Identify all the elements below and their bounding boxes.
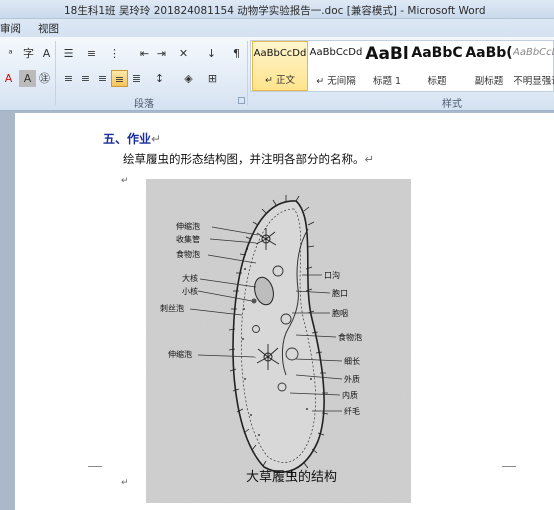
sort-icon[interactable]: ↓: [203, 45, 220, 62]
right-label: 胞咽: [332, 308, 348, 318]
right-label: 胞口: [332, 288, 348, 298]
style-preview: AaBbC: [411, 45, 463, 61]
paramecium-drawing[interactable]: 伸缩泡 收集管 食物泡 大核 小核 刺丝泡 伸缩泡 口沟 胞口 胞咽 食物泡 细…: [146, 179, 411, 503]
body-paragraph[interactable]: 绘草履虫的形态结构图，并注明各部分的名称。↵: [123, 151, 374, 167]
group-divider: [247, 41, 248, 105]
right-label: 纤毛: [344, 406, 360, 416]
paramecium-svg: 伸缩泡 收集管 食物泡 大核 小核 刺丝泡 伸缩泡 口沟 胞口 胞咽 食物泡 细…: [146, 179, 411, 503]
tab-view[interactable]: 视图: [38, 21, 59, 36]
return-mark: ↵: [121, 478, 129, 488]
paragraph-group-label: 段落: [134, 99, 154, 110]
paragraph-dialog-launcher-icon[interactable]: [238, 97, 245, 104]
line-spacing-icon[interactable]: ↕: [151, 70, 168, 87]
style-preview: AaBl: [365, 44, 409, 64]
margin-marker: [502, 466, 516, 467]
style-subtitle[interactable]: AaBb( 副标题: [461, 41, 517, 91]
left-label: 大核: [182, 273, 198, 283]
style-no-spacing[interactable]: AaBbCcDd ↵ 无间隔: [308, 41, 364, 91]
paragraph-mark: ↵: [151, 132, 162, 146]
right-label: 口沟: [324, 270, 340, 280]
justify-icon[interactable]: ≡: [111, 70, 128, 87]
micronucleus: [251, 298, 257, 304]
character-shading-icon[interactable]: A: [19, 70, 36, 87]
style-name: ↵ 无间隔: [316, 76, 356, 87]
styles-group-label: 样式: [442, 99, 462, 110]
style-preview: AaBb(: [465, 45, 513, 61]
style-preview: AaBbCcDd: [253, 48, 307, 59]
style-name: 标题: [427, 76, 447, 87]
group-divider: [55, 41, 56, 105]
ribbon-tabs: 审阅 视图: [0, 19, 554, 37]
left-label: 刺丝泡: [160, 303, 184, 313]
right-label: 外质: [344, 374, 360, 384]
character-border-icon[interactable]: A: [38, 45, 55, 62]
borders-icon[interactable]: ⊞: [204, 70, 221, 87]
right-label: 食物泡: [338, 332, 362, 342]
title-bar: 18生科1班 吴玲玲 201824081154 动物学实验报告一.doc [兼容…: [0, 0, 554, 19]
style-normal[interactable]: AaBbCcDd ↵ 正文: [252, 41, 308, 91]
left-label: 食物泡: [176, 249, 200, 259]
enclosed-char-icon[interactable]: ㊟: [36, 70, 53, 87]
tab-review[interactable]: 审阅: [0, 21, 21, 36]
distributed-icon[interactable]: ≣: [128, 70, 145, 87]
bullets-icon[interactable]: ☰: [60, 45, 77, 62]
shading-icon[interactable]: ◈: [180, 70, 197, 87]
styles-gallery: AaBbCcDd ↵ 正文 AaBbCcDd ↵ 无间隔 AaBl 标题 1 A…: [250, 40, 554, 92]
style-name: 标题 1: [372, 76, 402, 87]
style-name: 不明显强调: [513, 76, 554, 87]
window-title: 18生科1班 吴玲玲 201824081154 动物学实验报告一.doc [兼容…: [64, 5, 486, 17]
left-label: 伸缩泡: [168, 349, 192, 359]
section-heading[interactable]: 五、作业↵: [103, 130, 161, 147]
style-preview: AaBbCcDd: [309, 47, 363, 58]
align-left-icon[interactable]: ≡: [60, 70, 77, 87]
right-label: 内质: [342, 390, 358, 400]
chinese-layout-icon[interactable]: ✕: [175, 45, 192, 62]
left-label: 收集管: [176, 234, 200, 244]
style-heading-1[interactable]: AaBl 标题 1: [358, 41, 416, 91]
increase-indent-icon[interactable]: ⇥: [153, 45, 170, 62]
figure-caption: 大草履虫的结构: [246, 469, 337, 485]
align-right-icon[interactable]: ≡: [94, 70, 111, 87]
style-name: 副标题: [474, 76, 504, 87]
style-preview: AaBbCcDd: [513, 47, 554, 58]
multilevel-list-icon[interactable]: ⋮: [106, 45, 123, 62]
body-paragraph-text: 绘草履虫的形态结构图，并注明各部分的名称。: [123, 152, 365, 166]
section-heading-text: 五、作业: [103, 132, 152, 146]
return-mark: ↵: [121, 176, 129, 186]
show-marks-icon[interactable]: ¶: [228, 45, 245, 62]
style-title[interactable]: AaBbC 标题: [409, 41, 465, 91]
style-subtle-emphasis[interactable]: AaBbCcDd 不明显强调: [513, 41, 554, 91]
left-label: 伸缩泡: [176, 221, 200, 231]
decrease-indent-icon[interactable]: ⇤: [136, 45, 153, 62]
left-label: 小核: [182, 286, 198, 296]
align-center-icon[interactable]: ≡: [77, 70, 94, 87]
style-name: ↵ 正文: [265, 75, 295, 86]
font-color-icon[interactable]: A: [0, 70, 17, 87]
paragraph-mark: ↵: [364, 152, 375, 166]
phonetic-guide-icon[interactable]: ᵃ: [2, 45, 19, 62]
numbering-icon[interactable]: ≡: [83, 45, 100, 62]
enclose-character-icon[interactable]: 字: [20, 45, 37, 62]
margin-marker: [88, 466, 102, 467]
right-label: 细长: [344, 356, 360, 366]
ribbon: ᵃ 字 A A A ㊟ ☰ ≡ ⋮ ⇤ ⇥ ✕ ↓ ¶ ≡ ≡ ≡ ≡ ≣ ↕ …: [0, 37, 554, 111]
